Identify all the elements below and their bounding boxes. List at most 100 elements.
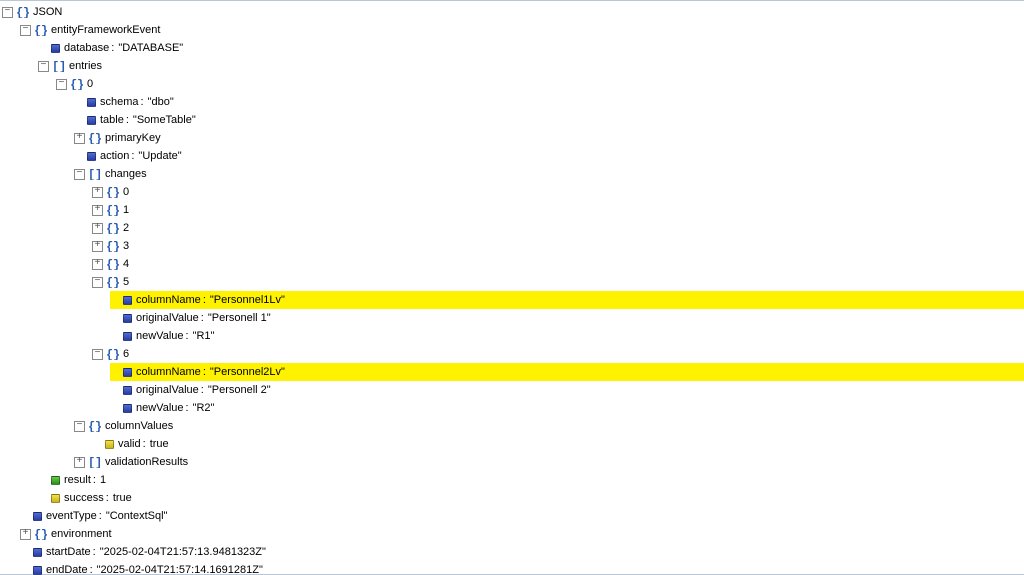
array-icon: [] xyxy=(51,60,65,72)
toggle-spacer xyxy=(38,475,49,486)
expand-toggle[interactable]: − xyxy=(74,169,85,180)
svg-text:}: } xyxy=(113,348,119,360)
svg-text:]: ] xyxy=(59,60,65,72)
property-value: "Personell 2" xyxy=(208,381,271,399)
property-icon xyxy=(87,116,96,125)
expand-toggle[interactable]: − xyxy=(92,349,103,360)
tree-node: −[]entries−{}0schema:"dbo"table:"SomeTab… xyxy=(38,57,1024,471)
expand-toggle[interactable]: − xyxy=(20,25,31,36)
tree-row[interactable]: +{}3 xyxy=(92,237,1024,255)
expand-toggle[interactable]: + xyxy=(74,133,85,144)
svg-text:}: } xyxy=(113,222,119,234)
toggle-spacer xyxy=(110,313,121,324)
expand-toggle[interactable]: − xyxy=(56,79,67,90)
tree-row[interactable]: valid:true xyxy=(92,435,1024,453)
svg-text:}: } xyxy=(23,6,29,18)
property-key: 4 xyxy=(123,255,129,273)
kv-separator: : xyxy=(201,381,204,399)
tree-row[interactable]: endDate:"2025-02-04T21:57:14.1691281Z" xyxy=(20,561,1024,575)
property-value: "Update" xyxy=(138,147,181,165)
expand-toggle[interactable]: − xyxy=(74,421,85,432)
tree-row[interactable]: columnName:"Personnel2Lv" xyxy=(110,363,1024,381)
tree-row[interactable]: +{}environment xyxy=(20,525,1024,543)
object-icon: {} xyxy=(87,420,101,432)
property-icon xyxy=(51,476,60,485)
kv-separator: : xyxy=(131,147,134,165)
kv-separator: : xyxy=(126,111,129,129)
tree-row[interactable]: columnName:"Personnel1Lv" xyxy=(110,291,1024,309)
expand-toggle[interactable]: − xyxy=(92,277,103,288)
tree-row[interactable]: +{} 2 xyxy=(92,219,1024,237)
tree-row[interactable]: eventType:"ContextSql" xyxy=(20,507,1024,525)
tree-row[interactable]: −[] changes xyxy=(74,165,1024,183)
expand-toggle[interactable]: + xyxy=(92,223,103,234)
toggle-spacer xyxy=(110,385,121,396)
tree-row[interactable]: table:"SomeTable" xyxy=(74,111,1024,129)
array-icon: [] xyxy=(87,456,101,468)
tree-row[interactable]: originalValue:"Personell 2" xyxy=(110,381,1024,399)
expand-toggle[interactable]: + xyxy=(74,457,85,468)
tree-node: +{}0 xyxy=(92,183,1024,201)
kv-separator: : xyxy=(93,471,96,489)
property-key: 2 xyxy=(123,219,129,237)
tree-children: −{}entityFrameworkEventdatabase:"DATABAS… xyxy=(2,21,1024,575)
toggle-spacer xyxy=(110,403,121,414)
tree-row[interactable]: schema:"dbo" xyxy=(74,93,1024,111)
tree-node: schema:"dbo" xyxy=(74,93,1024,111)
property-key: startDate xyxy=(46,543,91,561)
tree-row[interactable]: newValue:"R1" xyxy=(110,327,1024,345)
tree-row[interactable]: action:"Update" xyxy=(74,147,1024,165)
property-key: originalValue xyxy=(136,381,199,399)
expand-toggle[interactable]: + xyxy=(92,259,103,270)
property-icon xyxy=(87,152,96,161)
property-icon xyxy=(123,404,132,413)
tree-row[interactable]: result:1 xyxy=(38,471,1024,489)
tree-row[interactable]: +[]validationResults xyxy=(74,453,1024,471)
property-key: newValue xyxy=(136,399,184,417)
tree-node: action:"Update" xyxy=(74,147,1024,165)
tree-row[interactable]: −[]entries xyxy=(38,57,1024,75)
tree-row[interactable]: success:true xyxy=(38,489,1024,507)
expand-toggle[interactable]: + xyxy=(92,187,103,198)
svg-text:}: } xyxy=(113,276,119,288)
expand-toggle[interactable]: − xyxy=(2,7,13,18)
property-value: "SomeTable" xyxy=(133,111,196,129)
tree-row[interactable]: −{}JSON xyxy=(2,3,1024,21)
kv-separator: : xyxy=(93,543,96,561)
tree-row[interactable]: −{}6 xyxy=(92,345,1024,363)
tree-node: endDate:"2025-02-04T21:57:14.1691281Z" xyxy=(20,561,1024,575)
tree-row[interactable]: −{}columnValues xyxy=(74,417,1024,435)
tree-row[interactable]: startDate:"2025-02-04T21:57:13.9481323Z" xyxy=(20,543,1024,561)
property-key: schema xyxy=(100,93,139,111)
tree-row[interactable]: originalValue:"Personell 1" xyxy=(110,309,1024,327)
tree-row[interactable]: −{}entityFrameworkEvent xyxy=(20,21,1024,39)
property-icon xyxy=(33,512,42,521)
tree-row[interactable]: newValue:"R2" xyxy=(110,399,1024,417)
array-icon: [] xyxy=(87,168,101,180)
tree-row[interactable]: +{}4 xyxy=(92,255,1024,273)
toggle-spacer xyxy=(110,295,121,306)
property-value: "DATABASE" xyxy=(118,39,183,57)
property-key: primaryKey xyxy=(105,129,161,147)
tree-node: columnName:"Personnel2Lv" xyxy=(110,363,1024,381)
tree-row[interactable]: +{}primaryKey xyxy=(74,129,1024,147)
property-icon xyxy=(51,494,60,503)
expand-toggle[interactable]: + xyxy=(92,205,103,216)
svg-text:}: } xyxy=(95,132,101,144)
tree-row[interactable]: +{}0 xyxy=(92,183,1024,201)
tree-row[interactable]: +{}1 xyxy=(92,201,1024,219)
property-key: action xyxy=(100,147,129,165)
property-value: "2025-02-04T21:57:13.9481323Z" xyxy=(100,543,266,561)
property-key: changes xyxy=(105,165,147,183)
object-icon: {} xyxy=(105,222,119,234)
expand-toggle[interactable]: + xyxy=(20,529,31,540)
expand-toggle[interactable]: + xyxy=(92,241,103,252)
property-icon xyxy=(87,98,96,107)
property-value: "R2" xyxy=(193,399,215,417)
tree-row[interactable]: −{}0 xyxy=(56,75,1024,93)
expand-toggle[interactable]: − xyxy=(38,61,49,72)
tree-row[interactable]: database:"DATABASE" xyxy=(38,39,1024,57)
toggle-spacer xyxy=(110,367,121,378)
tree-row[interactable]: −{}5 xyxy=(92,273,1024,291)
property-value: true xyxy=(113,489,132,507)
